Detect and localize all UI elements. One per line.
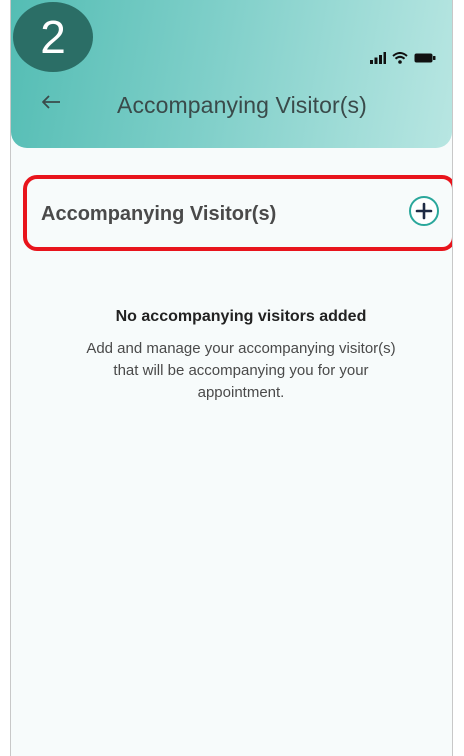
signal-icon [370, 52, 386, 64]
arrow-left-icon[interactable] [39, 90, 63, 114]
plus-circle-icon [409, 196, 439, 226]
step-number-badge: 2 [13, 2, 93, 72]
wifi-icon [392, 52, 408, 64]
status-bar [370, 52, 436, 64]
add-visitor-button[interactable] [408, 195, 440, 227]
empty-state-title: No accompanying visitors added [115, 308, 367, 325]
accompanying-visitors-section: Accompanying Visitor(s) [23, 175, 452, 251]
page-title: Accompanying Visitor(s) [117, 92, 367, 118]
battery-icon [414, 52, 436, 64]
empty-state-description: Add and manage your accompanying visitor… [86, 340, 396, 401]
section-title: Accompanying Visitor(s) [41, 203, 277, 225]
empty-state: No accompanying visitors added Add and m… [41, 308, 441, 404]
phone-screen: Accompanying Visitor(s) Accompanying Vis… [10, 0, 453, 756]
